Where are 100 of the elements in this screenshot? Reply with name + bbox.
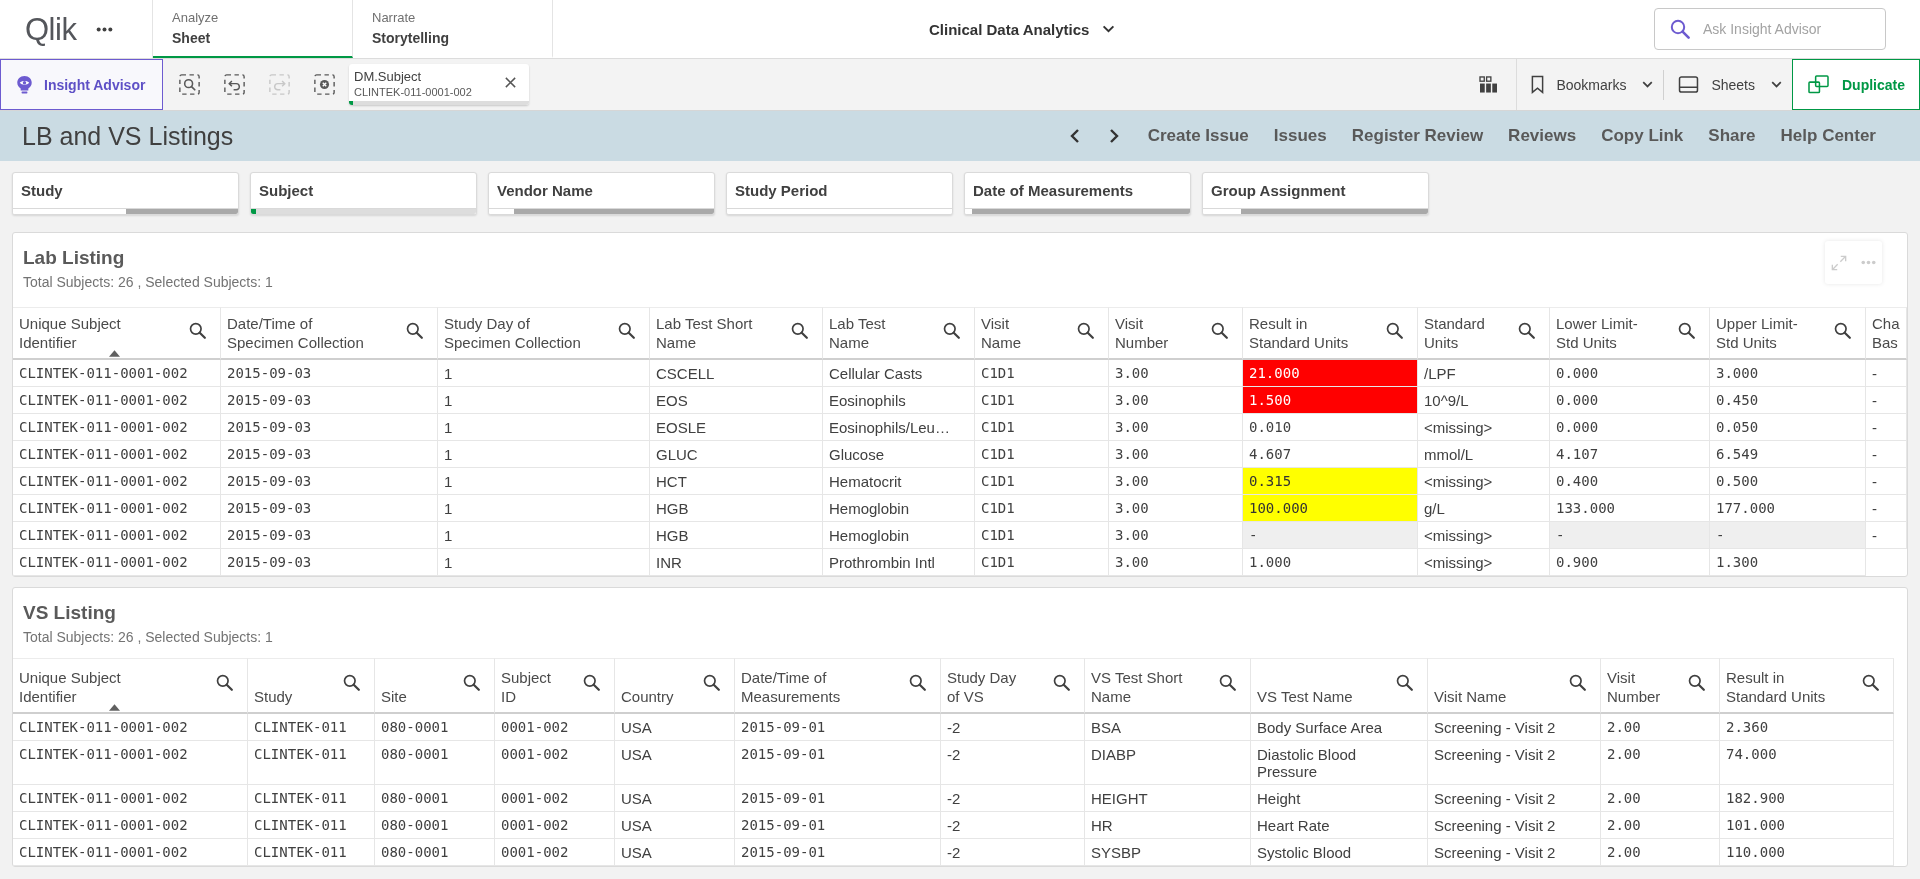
table-cell: 0001-002 bbox=[495, 714, 615, 741]
column-header[interactable]: Unique Subject Identifier bbox=[13, 658, 248, 714]
insight-advisor-button[interactable]: Insight Advisor bbox=[0, 59, 163, 110]
column-header[interactable]: Date/Time of Specimen Collection bbox=[221, 307, 438, 360]
column-header[interactable]: Standard Units bbox=[1418, 307, 1550, 360]
search-icon[interactable] bbox=[1396, 674, 1413, 691]
table-cell: Heart Rate bbox=[1251, 812, 1428, 839]
column-header[interactable]: Study Day of VS bbox=[941, 658, 1085, 714]
table-cell: -2 bbox=[941, 785, 1085, 812]
column-header[interactable]: Lab Test Short Name bbox=[650, 307, 823, 360]
action-button[interactable]: Register Review bbox=[1351, 126, 1484, 146]
search-icon[interactable] bbox=[1386, 321, 1403, 339]
table-cell: 1 bbox=[438, 414, 650, 441]
filter-pane[interactable]: Vendor Name bbox=[488, 172, 715, 215]
column-header[interactable]: VS Test Name bbox=[1251, 658, 1428, 714]
search-icon[interactable] bbox=[1688, 674, 1705, 691]
step-back-icon[interactable] bbox=[224, 74, 245, 95]
chevron-left-icon[interactable] bbox=[1069, 128, 1080, 144]
search-icon[interactable] bbox=[343, 674, 360, 691]
table-cell: INR bbox=[650, 549, 823, 576]
column-header[interactable]: Country bbox=[615, 658, 735, 714]
filter-pane[interactable]: Study bbox=[12, 172, 239, 215]
selection-field-name: DM.Subject bbox=[354, 69, 423, 85]
table-cell: CLINTEK-011-0001-002 bbox=[13, 495, 221, 522]
grid-icon[interactable] bbox=[1479, 76, 1499, 93]
search-icon[interactable] bbox=[791, 321, 808, 339]
column-header[interactable]: Lower Limit- Std Units bbox=[1550, 307, 1710, 360]
table-cell: 1 bbox=[438, 468, 650, 495]
search-icon[interactable] bbox=[406, 321, 423, 339]
table-cell: CLINTEK-011-0001-002 bbox=[13, 839, 248, 866]
selection-search-icon[interactable] bbox=[179, 74, 200, 95]
table-cell: CLINTEK-011 bbox=[248, 839, 375, 866]
table-cell: 3.00 bbox=[1109, 549, 1243, 576]
filter-pane[interactable]: Date of Measurements bbox=[964, 172, 1191, 215]
search-icon[interactable] bbox=[1053, 674, 1070, 691]
table-cell: Systolic Blood bbox=[1251, 839, 1428, 866]
app-title-dropdown[interactable]: Clinical Data Analytics bbox=[929, 20, 1116, 38]
column-header[interactable]: Cha Bas bbox=[1866, 307, 1907, 360]
column-header[interactable]: Visit Name bbox=[1428, 658, 1601, 714]
table-cell: CLINTEK-011-0001-002 bbox=[13, 468, 221, 495]
chevron-down-icon bbox=[1642, 81, 1654, 88]
close-icon[interactable] bbox=[504, 76, 517, 89]
table-cell: CLINTEK-011-0001-002 bbox=[13, 522, 221, 549]
search-icon[interactable] bbox=[703, 674, 720, 691]
chevron-right-icon[interactable] bbox=[1108, 128, 1119, 144]
column-header[interactable]: Visit Name bbox=[975, 307, 1109, 360]
action-button[interactable]: Share bbox=[1708, 126, 1756, 146]
table-cell: - bbox=[1866, 441, 1907, 468]
table-cell: C1D1 bbox=[975, 414, 1109, 441]
action-button[interactable]: Reviews bbox=[1508, 126, 1577, 146]
table-cell: <missing> bbox=[1418, 468, 1550, 495]
table-cell: 2015-09-03 bbox=[221, 549, 438, 576]
column-header[interactable]: Visit Number bbox=[1601, 658, 1720, 714]
column-header[interactable]: Lab Test Name bbox=[823, 307, 975, 360]
search-icon[interactable] bbox=[1219, 674, 1236, 691]
selection-chip[interactable]: DM.Subject CLINTEK-011-0001-002 bbox=[349, 64, 529, 105]
column-header[interactable]: Subject ID bbox=[495, 658, 615, 714]
table-cell: HR bbox=[1085, 812, 1251, 839]
action-button[interactable]: Copy Link bbox=[1601, 126, 1684, 146]
filter-pane[interactable]: Group Assignment bbox=[1202, 172, 1429, 215]
search-icon[interactable] bbox=[1211, 321, 1228, 339]
search-icon[interactable] bbox=[1834, 321, 1851, 339]
filter-pane[interactable]: Study Period bbox=[726, 172, 953, 215]
column-header[interactable]: Study bbox=[248, 658, 375, 714]
search-icon[interactable] bbox=[1862, 674, 1879, 691]
column-header[interactable]: Result in Standard Units bbox=[1720, 658, 1894, 714]
action-button[interactable]: Create Issue bbox=[1147, 126, 1249, 146]
table-cell: SYSBP bbox=[1085, 839, 1251, 866]
table-cell: GLUC bbox=[650, 441, 823, 468]
search-icon[interactable] bbox=[216, 674, 233, 691]
table-cell: USA bbox=[615, 714, 735, 741]
action-button[interactable]: Help Center bbox=[1780, 126, 1876, 146]
filter-pane[interactable]: Subject bbox=[250, 172, 477, 215]
table-cell: 080-0001 bbox=[375, 812, 495, 839]
column-header[interactable]: VS Test Short Name bbox=[1085, 658, 1251, 714]
search-icon[interactable] bbox=[1569, 674, 1586, 691]
more-icon[interactable] bbox=[96, 26, 114, 32]
search-icon[interactable] bbox=[583, 674, 600, 691]
search-icon[interactable] bbox=[1678, 321, 1695, 339]
clear-selections-icon[interactable] bbox=[314, 74, 335, 95]
search-icon[interactable] bbox=[463, 674, 480, 691]
search-icon[interactable] bbox=[943, 321, 960, 339]
duplicate-button[interactable]: Duplicate bbox=[1792, 59, 1920, 110]
search-icon[interactable] bbox=[909, 674, 926, 691]
search-icon[interactable] bbox=[1518, 321, 1535, 339]
column-header[interactable]: Date/Time of Measurements bbox=[735, 658, 941, 714]
table-cell: 1 bbox=[438, 495, 650, 522]
column-header[interactable]: Visit Number bbox=[1109, 307, 1243, 360]
column-header[interactable]: Site bbox=[375, 658, 495, 714]
sheets-button[interactable]: Sheets bbox=[1664, 59, 1792, 110]
nav-tab[interactable]: Analyze Sheet bbox=[153, 0, 353, 58]
action-button[interactable]: Issues bbox=[1273, 126, 1327, 146]
search-icon[interactable] bbox=[189, 321, 206, 339]
column-header[interactable]: Unique Subject Identifier bbox=[13, 307, 221, 360]
search-icon[interactable] bbox=[618, 321, 635, 339]
search-field[interactable]: Ask Insight Advisor bbox=[1654, 8, 1886, 50]
column-header[interactable]: Study Day of Specimen Collection bbox=[438, 307, 650, 360]
table-cell: Height bbox=[1251, 785, 1428, 812]
column-header[interactable]: Upper Limit- Std Units bbox=[1710, 307, 1866, 360]
search-icon[interactable] bbox=[1077, 321, 1094, 339]
